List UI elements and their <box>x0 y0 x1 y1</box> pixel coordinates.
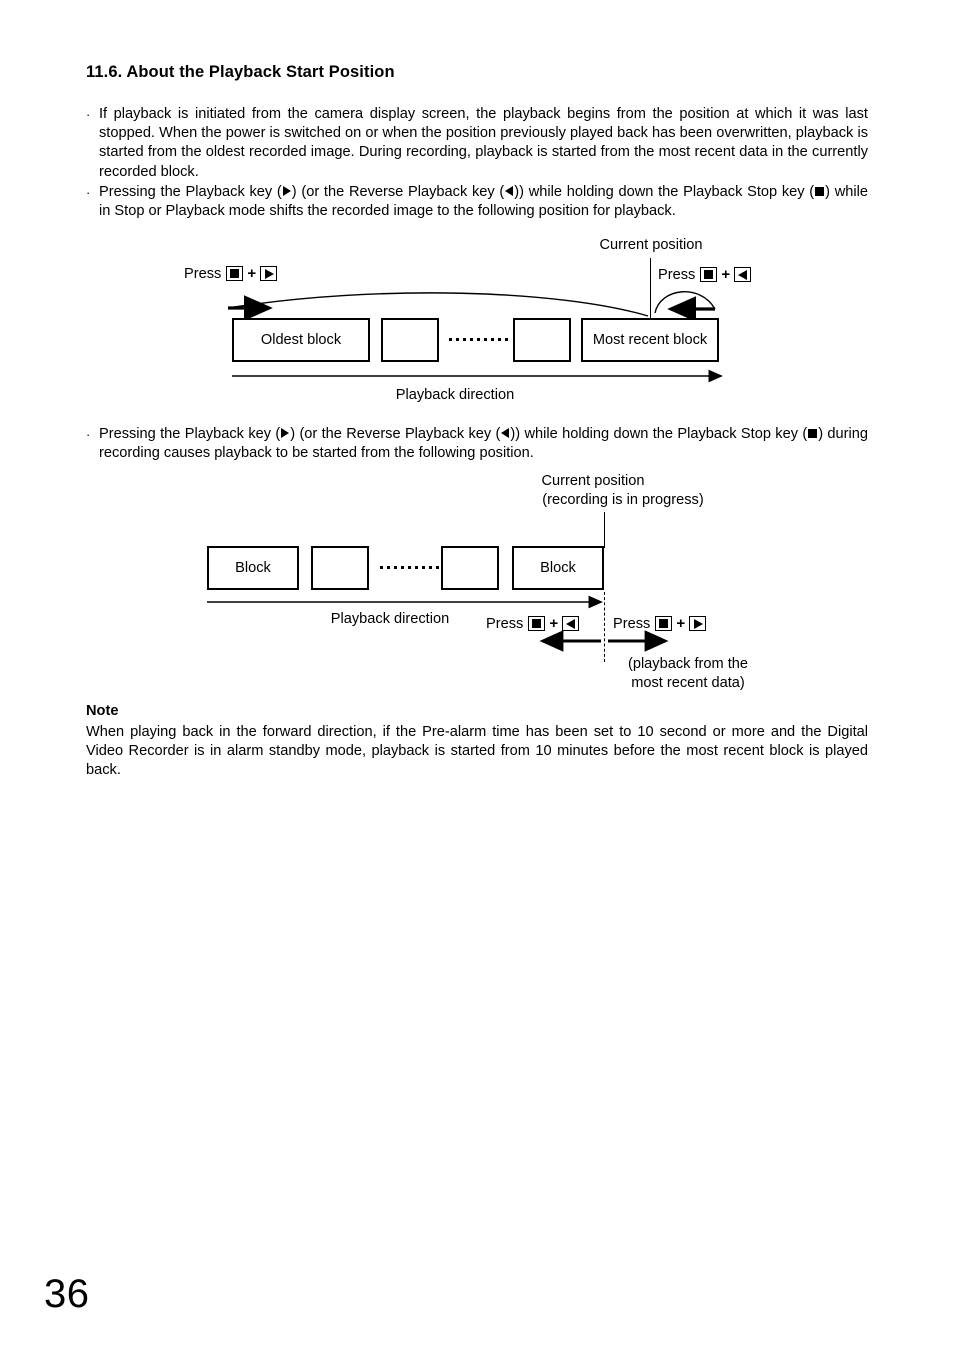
current-position-label: Current position <box>599 237 703 253</box>
plus-sign: + <box>549 615 559 632</box>
ellipsis-dots <box>449 338 508 341</box>
paragraph-text: If playback is initiated from the camera… <box>99 106 868 180</box>
block-label: Block <box>235 560 271 576</box>
paragraph-playback-start: · If playback is initiated from the came… <box>86 105 868 182</box>
play-key-icon <box>689 616 707 631</box>
reverse-play-triangle-icon <box>501 428 510 439</box>
press-stop-plus-play: Press + <box>613 615 707 632</box>
paragraph-text: Pressing the Playback key ( ) (or the Rev… <box>99 183 868 221</box>
loop-arc-reverse <box>654 291 716 314</box>
playback-direction-label: Playback direction <box>395 387 515 403</box>
playback-direction-label: Playback direction <box>330 611 450 627</box>
play-triangle-icon <box>282 186 291 197</box>
play-triangle-icon <box>281 428 290 439</box>
block-most-recent: Most recent block <box>581 318 719 362</box>
bullet-marker: · <box>86 107 91 122</box>
current-position-leader-line <box>604 512 605 548</box>
paragraph-segment: ) (or the Reverse Playback key ( <box>291 184 505 200</box>
ellipsis-dots <box>380 566 439 569</box>
note-heading: Note <box>86 703 119 719</box>
block-empty <box>441 546 499 590</box>
bullet-marker: · <box>86 185 91 200</box>
paragraph-playback-during-recording: · Pressing the Playback key ( ) (or the R… <box>86 425 868 463</box>
note-body-text: When playing back in the forward directi… <box>86 724 868 779</box>
paragraph-playback-key-stop: · Pressing the Playback key ( ) (or the R… <box>86 183 868 221</box>
stop-square-icon <box>808 428 818 438</box>
paragraph-text: Pressing the Playback key ( ) (or the Rev… <box>99 425 868 463</box>
stop-square-icon <box>815 186 825 196</box>
block-empty <box>381 318 439 362</box>
current-position-dashed-line <box>604 592 605 662</box>
block-last: Block <box>512 546 604 590</box>
press-label: Press <box>184 265 222 282</box>
reverse-play-key-icon <box>734 267 752 282</box>
stop-key-icon <box>528 616 546 631</box>
paragraph-segment: Pressing the Playback key ( <box>99 426 281 442</box>
page-title: 11.6. About the Playback Start Position <box>86 63 395 81</box>
plus-sign: + <box>247 265 257 282</box>
block-label: Oldest block <box>260 332 342 348</box>
stop-key-icon <box>226 266 244 281</box>
block-first: Block <box>207 546 299 590</box>
block-empty <box>311 546 369 590</box>
page-number: 36 <box>44 1272 90 1316</box>
press-stop-plus-reverse-right: Press + <box>658 266 752 283</box>
paragraph-segment: )) while holding down the Playback Stop … <box>510 426 808 442</box>
paragraph-segment: Pressing the Playback key ( <box>99 184 282 200</box>
press-stop-plus-reverse: Press + <box>486 615 580 632</box>
playback-from-recent-note-line1: (playback from the <box>627 656 749 672</box>
paragraph-segment: )) while holding down the Playback Stop … <box>514 184 815 200</box>
loop-arc-to-oldest <box>227 292 649 317</box>
reverse-play-key-icon <box>562 616 580 631</box>
paragraph-segment: ) (or the Reverse Playback key ( <box>290 426 501 442</box>
press-label: Press <box>486 615 524 632</box>
document-page: 11.6. About the Playback Start Position … <box>0 0 954 1351</box>
block-label: Block <box>540 560 576 576</box>
press-stop-plus-play-left: Press + <box>184 265 278 282</box>
bullet-marker: · <box>86 427 91 442</box>
plus-sign: + <box>676 615 686 632</box>
stop-key-icon <box>700 267 718 282</box>
block-empty <box>513 318 571 362</box>
press-label: Press <box>658 266 696 283</box>
play-key-icon <box>260 266 278 281</box>
press-label: Press <box>613 615 651 632</box>
reverse-play-triangle-icon <box>505 186 514 197</box>
block-label: Most recent block <box>592 332 708 348</box>
diagram-playback-during-recording: Current position (recording is in progre… <box>0 0 954 691</box>
playback-from-recent-note-line2: most recent data) <box>631 675 745 691</box>
current-position-recording-label-line2: (recording is in progress) <box>542 492 704 508</box>
plus-sign: + <box>721 266 731 283</box>
block-oldest: Oldest block <box>232 318 370 362</box>
stop-key-icon <box>655 616 673 631</box>
current-position-leader-line <box>650 258 651 320</box>
current-position-recording-label-line1: Current position <box>541 473 645 489</box>
